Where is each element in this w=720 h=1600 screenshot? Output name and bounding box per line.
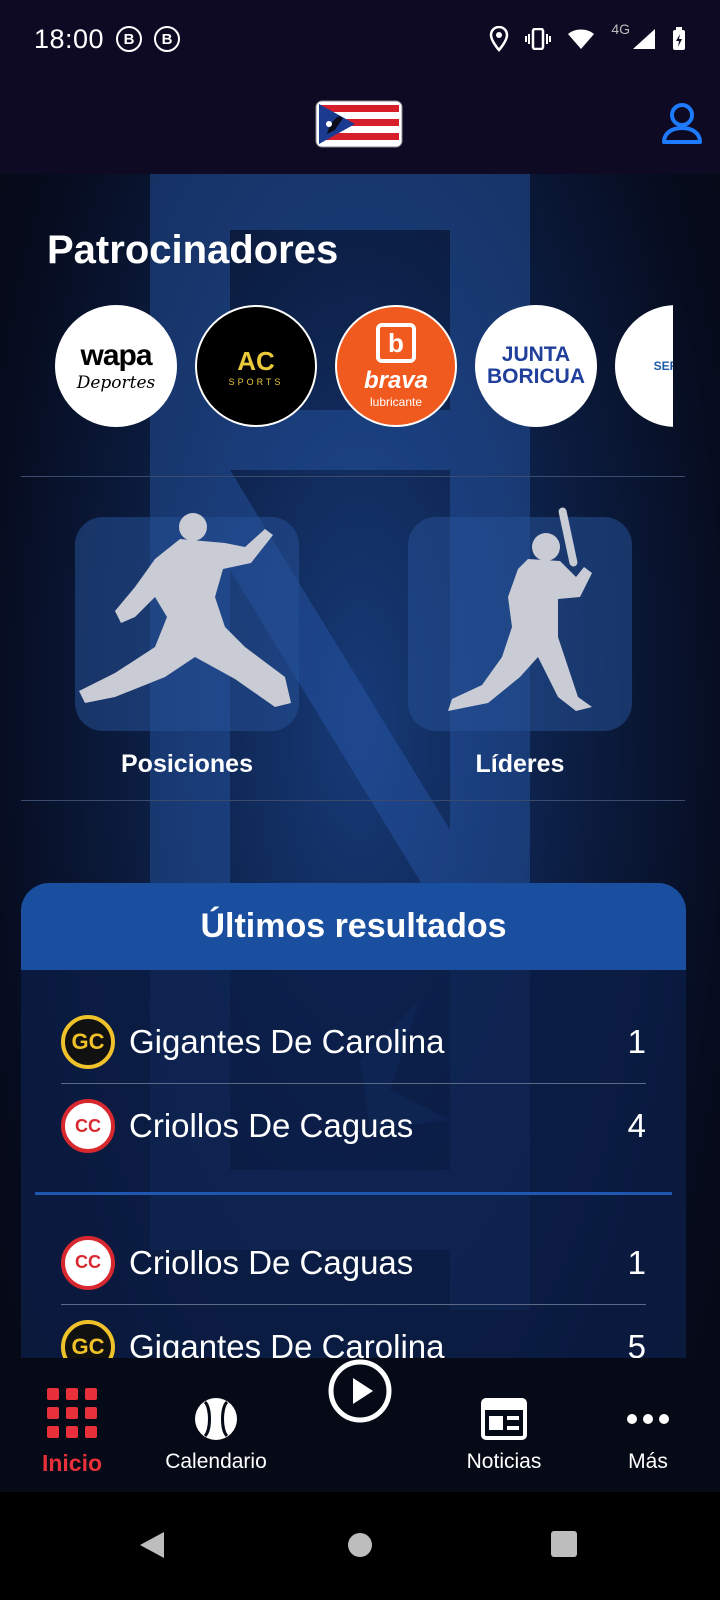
- nav-label: Más: [628, 1450, 668, 1473]
- sponsor-line2: SPORTS: [228, 376, 284, 387]
- more-icon: [627, 1414, 669, 1424]
- team-row: CC Criollos De Caguas 1: [61, 1221, 646, 1305]
- latest-results-card[interactable]: Últimos resultados GC Gigantes De Caroli…: [21, 883, 686, 1358]
- puerto-rico-flag-logo[interactable]: [315, 100, 403, 148]
- sponsor-brava[interactable]: b brava lubricante: [335, 305, 457, 427]
- divider: [21, 476, 685, 477]
- play-icon: [328, 1359, 392, 1423]
- divider: [21, 800, 685, 801]
- batter-icon: [448, 507, 592, 711]
- brava-mark-icon: b: [376, 323, 416, 363]
- sponsor-line1: JUNTA: [501, 343, 571, 366]
- team-row: CC Criollos De Caguas 4: [61, 1084, 646, 1168]
- network-type-label: 4G: [611, 21, 630, 37]
- standings-label: Posiciones: [121, 750, 253, 778]
- team-score: 1: [627, 1022, 646, 1060]
- team-name: Gigantes De Carolina: [129, 1328, 445, 1358]
- nav-mas[interactable]: Más: [576, 1358, 720, 1492]
- battery-icon: [673, 27, 685, 50]
- bottom-navigation: Inicio Calendario Noticias Más: [0, 1358, 720, 1492]
- system-navigation-bar: [0, 1492, 720, 1600]
- sponsor-serie[interactable]: SERIED: [615, 305, 673, 427]
- baseball-icon: [195, 1398, 237, 1440]
- sponsor-junta-boricua[interactable]: JUNTA BORICUA: [475, 305, 597, 427]
- leaders-tile[interactable]: [408, 507, 632, 731]
- app-header: [0, 78, 720, 174]
- criollos-logo-icon: CC: [61, 1235, 115, 1290]
- nav-label: Calendario: [165, 1450, 267, 1473]
- nav-label: Noticias: [466, 1450, 542, 1473]
- back-icon[interactable]: [138, 1530, 168, 1560]
- gigantes-logo-icon: GC: [61, 1014, 115, 1069]
- status-bar: 18:00 B B 4G: [0, 0, 720, 78]
- sponsor-line1: AC: [237, 345, 275, 376]
- game-result[interactable]: CC Criollos De Caguas 1 GC Gigantes De C…: [21, 1221, 686, 1358]
- signal-icon: [633, 29, 655, 49]
- team-name: Criollos De Caguas: [129, 1107, 414, 1144]
- sponsor-wapa-deportes[interactable]: wapa Deportes: [55, 305, 177, 427]
- sponsor-line2: BORICUA: [487, 365, 585, 388]
- team-name: Gigantes De Carolina: [129, 1022, 445, 1060]
- wifi-icon: [568, 29, 595, 49]
- home-icon[interactable]: [345, 1530, 375, 1560]
- sponsors-carousel[interactable]: wapa Deportes AC SPORTS b brava lubrican…: [55, 305, 673, 427]
- criollos-logo-icon: CC: [61, 1099, 115, 1153]
- sponsors-title: Patrocinadores: [47, 228, 339, 272]
- sponsor-line2: Deportes: [76, 373, 156, 393]
- sponsor-line1: brava: [363, 367, 429, 394]
- status-icons: 4G: [489, 21, 686, 52]
- location-icon: [490, 26, 509, 52]
- game-separator: [35, 1192, 672, 1195]
- team-name: Criollos De Caguas: [129, 1243, 414, 1281]
- notification-badge-b: B: [116, 26, 143, 52]
- status-time: 18:00: [34, 23, 105, 54]
- nav-noticias[interactable]: Noticias: [432, 1358, 576, 1492]
- sponsor-line2: lubricante: [369, 395, 423, 409]
- news-icon: [481, 1398, 527, 1440]
- notification-badge-b: B: [154, 26, 181, 52]
- team-score: 4: [627, 1107, 646, 1144]
- nav-inicio[interactable]: Inicio: [0, 1358, 144, 1492]
- grid-icon: [47, 1388, 97, 1438]
- team-row: GC Gigantes De Carolina 5: [61, 1305, 646, 1358]
- team-score: 1: [627, 1243, 646, 1281]
- vibrate-icon: [525, 28, 552, 50]
- user-icon[interactable]: [658, 100, 706, 148]
- nav-calendario[interactable]: Calendario: [144, 1358, 288, 1492]
- leaders-label: Líderes: [475, 750, 565, 778]
- team-score: 5: [627, 1328, 646, 1358]
- sponsor-line1: SERIED: [653, 359, 673, 373]
- sponsor-line1: wapa: [80, 339, 152, 372]
- pitcher-icon: [79, 513, 291, 707]
- standings-tile[interactable]: [75, 513, 299, 731]
- game-result[interactable]: GC Gigantes De Carolina 1 CC Criollos De…: [21, 1000, 686, 1168]
- gigantes-logo-icon: GC: [61, 1320, 115, 1358]
- team-row: GC Gigantes De Carolina 1: [61, 1000, 646, 1084]
- sponsor-ac-sports[interactable]: AC SPORTS: [195, 305, 317, 427]
- nav-label: Inicio: [41, 1450, 103, 1476]
- recents-icon[interactable]: [550, 1530, 578, 1558]
- results-title: Últimos resultados: [21, 883, 686, 970]
- nav-play[interactable]: [288, 1358, 432, 1492]
